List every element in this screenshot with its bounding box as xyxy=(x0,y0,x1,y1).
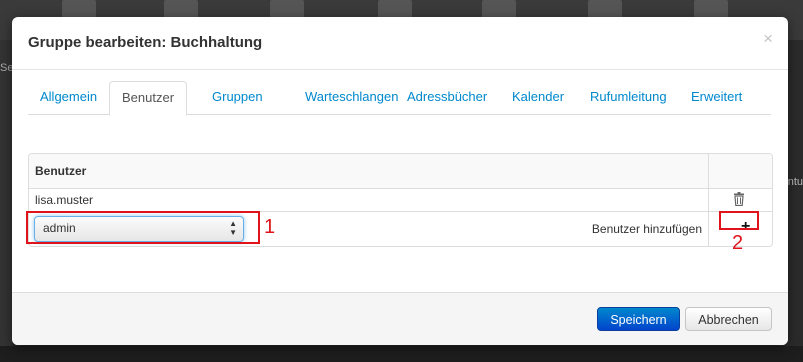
annotation-box-1 xyxy=(26,211,260,244)
cancel-button[interactable]: Abbrechen xyxy=(685,307,772,331)
annotation-number-2: 2 xyxy=(732,232,744,254)
background-footer xyxy=(0,346,803,362)
annotation-box-2 xyxy=(719,211,759,230)
dialog-header: Gruppe bearbeiten: Buchhaltung × xyxy=(12,17,788,70)
tab-allgemein[interactable]: Allgemein xyxy=(28,81,109,113)
trash-icon[interactable] xyxy=(733,192,745,206)
background-sidebar: Se xyxy=(0,40,13,362)
save-button[interactable]: Speichern xyxy=(597,307,680,331)
tab-bar: Allgemein Benutzer Gruppen Warteschlange… xyxy=(28,81,771,116)
tab-warteschlangen[interactable]: Warteschlangen xyxy=(293,81,410,113)
dialog-footer: Speichern Abbrechen xyxy=(12,292,788,345)
tab-gruppen[interactable]: Gruppen xyxy=(200,81,275,113)
edit-group-dialog: Gruppe bearbeiten: Buchhaltung × Allgeme… xyxy=(12,17,788,345)
annotation-number-1: 1 xyxy=(264,216,276,238)
tab-adressbuecher[interactable]: Adressbücher xyxy=(395,81,499,113)
column-header-benutzer: Benutzer xyxy=(35,164,87,178)
dialog-title: Gruppe bearbeiten: Buchhaltung xyxy=(28,34,263,51)
background-text: ntu xyxy=(787,176,803,188)
tab-benutzer[interactable]: Benutzer xyxy=(109,81,188,116)
tab-kalender[interactable]: Kalender xyxy=(500,81,576,113)
table-header: Benutzer xyxy=(29,154,772,189)
table-row: lisa.muster xyxy=(29,189,772,212)
close-icon[interactable]: × xyxy=(763,29,773,49)
user-name: lisa.muster xyxy=(35,193,94,207)
tab-rufumleitung[interactable]: Rufumleitung xyxy=(578,81,679,113)
tab-erweitert[interactable]: Erweitert xyxy=(679,81,754,113)
add-user-label: Benutzer hinzufügen xyxy=(591,222,702,236)
